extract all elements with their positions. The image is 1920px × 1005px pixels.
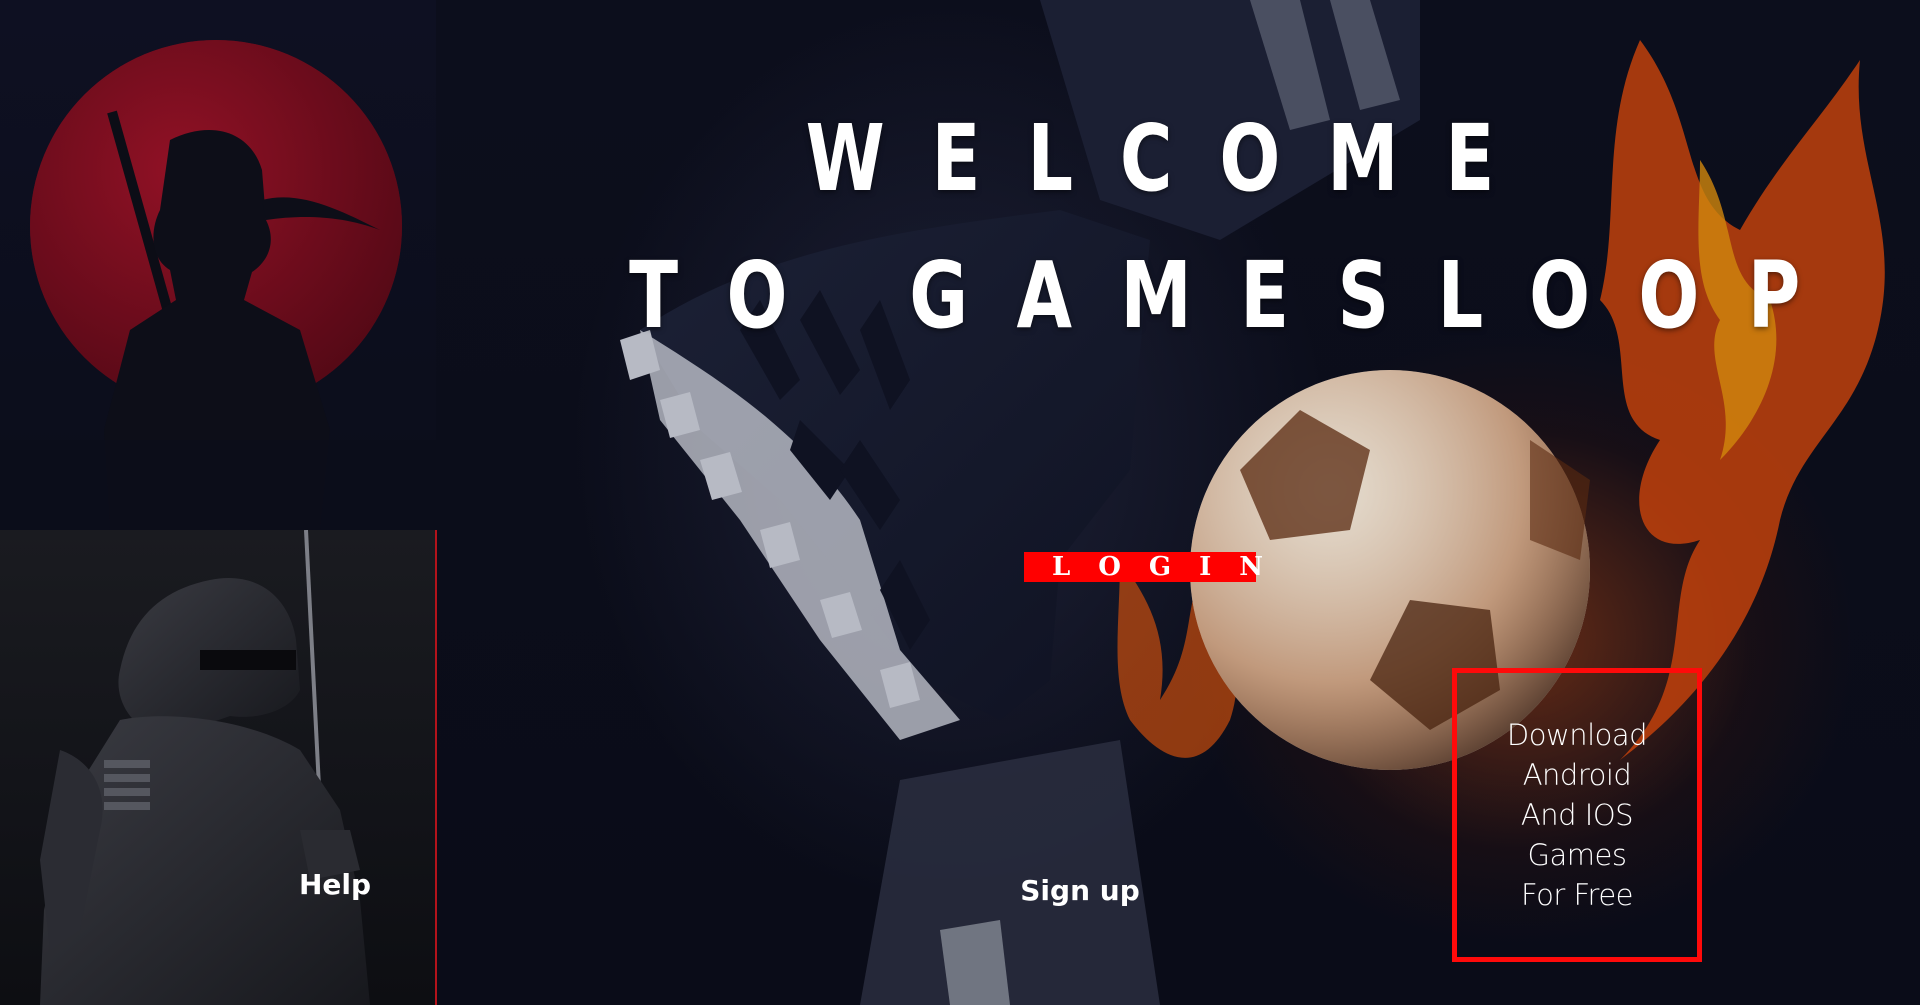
page-title-line-1: WELCOME: [805, 105, 1542, 212]
ninja-red-moon-panel: [0, 0, 436, 530]
armored-ninja-icon: [40, 530, 370, 1005]
landing-page: WELCOME TO GAMESLOOP LOGIN Help Sign up …: [0, 0, 1920, 1005]
download-line-1: Download: [1506, 718, 1648, 752]
armored-ninja-panel: [0, 530, 436, 1005]
panel-divider: [435, 530, 437, 1005]
login-button[interactable]: LOGIN: [1024, 552, 1263, 582]
download-line-2: Android: [1522, 758, 1632, 792]
signup-link[interactable]: Sign up: [1010, 874, 1150, 907]
download-line-4: Games: [1527, 838, 1627, 872]
download-line-5: For Free: [1520, 878, 1634, 912]
page-title-line-2: TO GAMESLOOP: [629, 242, 1849, 349]
download-line-3: And IOS: [1520, 798, 1634, 832]
download-games-box[interactable]: Download Android And IOS Games For Free: [1452, 668, 1702, 962]
help-link[interactable]: Help: [290, 868, 380, 901]
ninja-red-moon-icon: [0, 40, 436, 530]
